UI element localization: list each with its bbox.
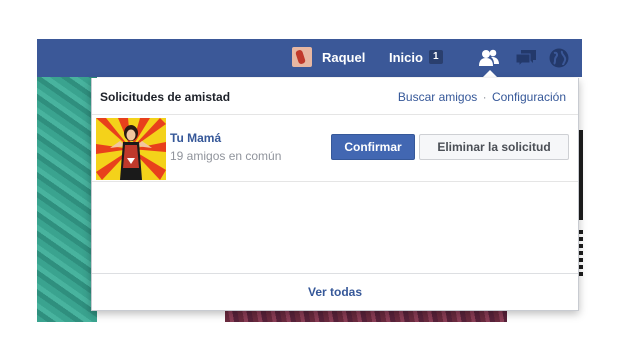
profile-link[interactable]: Raquel bbox=[292, 43, 365, 71]
dropdown-footer: Ver todas bbox=[92, 273, 578, 310]
top-navigation-bar: Raquel Inicio 1 bbox=[37, 39, 582, 77]
background-image-left bbox=[37, 77, 97, 322]
home-count-badge: 1 bbox=[428, 50, 443, 64]
globe-icon[interactable] bbox=[548, 47, 570, 69]
requester-name[interactable]: Tu Mamá bbox=[170, 131, 221, 145]
home-label: Inicio bbox=[389, 49, 423, 65]
confirm-button[interactable]: Confirmar bbox=[331, 134, 415, 160]
header-links: Buscar amigos · Configuración bbox=[398, 90, 566, 104]
dropdown-title: Solicitudes de amistad bbox=[100, 90, 231, 104]
home-link[interactable]: Inicio 1 bbox=[389, 43, 443, 71]
find-friends-link[interactable]: Buscar amigos bbox=[398, 90, 477, 104]
requester-photo[interactable] bbox=[96, 118, 166, 180]
dropdown-header: Solicitudes de amistad Buscar amigos · C… bbox=[92, 78, 578, 115]
friends-icon[interactable] bbox=[478, 47, 500, 69]
avatar bbox=[292, 47, 312, 67]
see-all-link[interactable]: Ver todas bbox=[308, 285, 362, 299]
settings-link[interactable]: Configuración bbox=[492, 90, 566, 104]
profile-name: Raquel bbox=[322, 49, 366, 65]
mutual-friends: 19 amigos en común bbox=[170, 149, 282, 163]
friend-requests-dropdown: Solicitudes de amistad Buscar amigos · C… bbox=[91, 78, 579, 311]
messages-icon[interactable] bbox=[514, 47, 536, 69]
delete-request-button[interactable]: Eliminar la solicitud bbox=[419, 134, 569, 160]
friend-request-item: Tu Mamá 19 amigos en común Confirmar Eli… bbox=[92, 115, 578, 182]
dropdown-caret bbox=[482, 70, 498, 78]
link-separator: · bbox=[482, 90, 487, 104]
